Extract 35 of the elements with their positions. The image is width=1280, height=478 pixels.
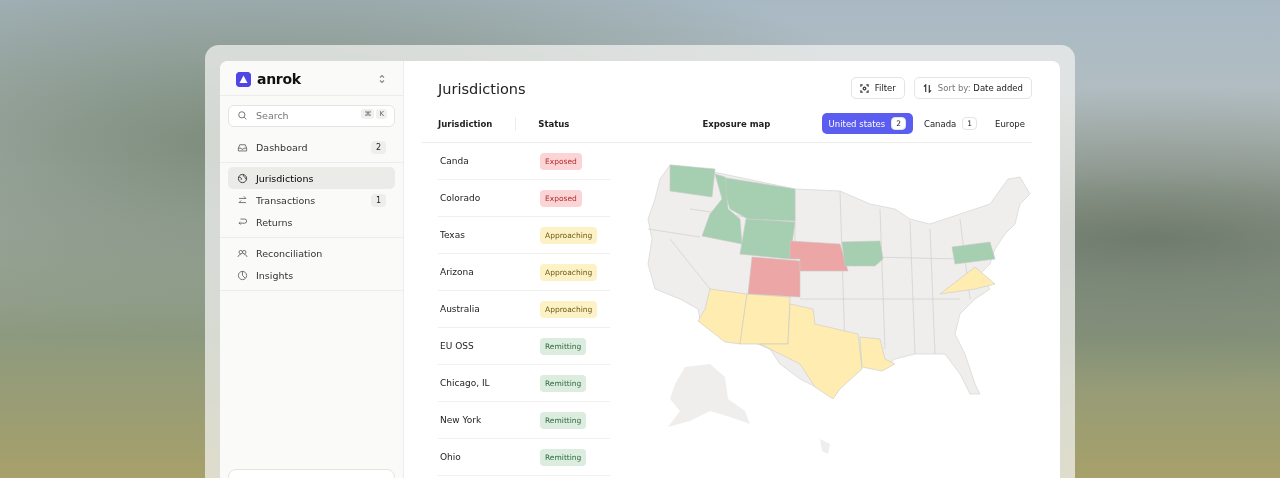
logo-icon xyxy=(236,71,251,87)
column-header: Jurisdiction xyxy=(438,118,493,129)
count-badge: 2 xyxy=(370,140,386,154)
sidebar-item[interactable]: Dashboard 2 xyxy=(228,136,395,158)
globe-icon xyxy=(237,172,248,184)
filter-button[interactable]: Filter xyxy=(850,77,905,99)
arrows-icon xyxy=(237,194,248,206)
sidebar-item[interactable]: Transactions 1 xyxy=(228,189,395,211)
jurisdiction-name: New York xyxy=(439,415,483,425)
sidebar-item[interactable]: Jurisdictions xyxy=(228,167,395,189)
inbox-icon xyxy=(237,141,248,153)
map-label: Exposure map xyxy=(702,118,771,129)
brand-name: anrok xyxy=(257,71,301,87)
sort-button[interactable]: Sort by: Date added xyxy=(913,77,1032,99)
jurisdiction-name: Ohio xyxy=(439,452,462,462)
column-header: Status xyxy=(538,118,570,129)
count-badge: 1 xyxy=(370,193,386,207)
jurisdiction-name: Australia xyxy=(439,304,481,314)
jurisdiction-name: Texas xyxy=(439,230,466,240)
region-tab[interactable]: Europe xyxy=(988,114,1032,133)
sidebar-item[interactable]: Insights xyxy=(228,264,395,286)
return-arrow-icon xyxy=(237,216,248,228)
jurisdiction-name: Arizona xyxy=(439,267,475,277)
sidebar-item[interactable]: Reconciliation xyxy=(228,242,395,264)
chevron-updown-icon[interactable] xyxy=(377,73,387,85)
sidebar-item[interactable]: Returns xyxy=(228,211,395,233)
jurisdiction-name: Chicago, IL xyxy=(439,378,491,388)
filter-icon xyxy=(859,83,869,93)
people-icon xyxy=(237,247,248,259)
pie-chart-icon xyxy=(237,269,248,281)
sort-icon xyxy=(922,83,932,93)
jurisdiction-name: Colorado xyxy=(439,193,482,203)
page-title: Jurisdictions xyxy=(438,81,526,97)
jurisdiction-name: Canda xyxy=(439,156,470,166)
jurisdiction-name: EU OSS xyxy=(439,341,475,351)
